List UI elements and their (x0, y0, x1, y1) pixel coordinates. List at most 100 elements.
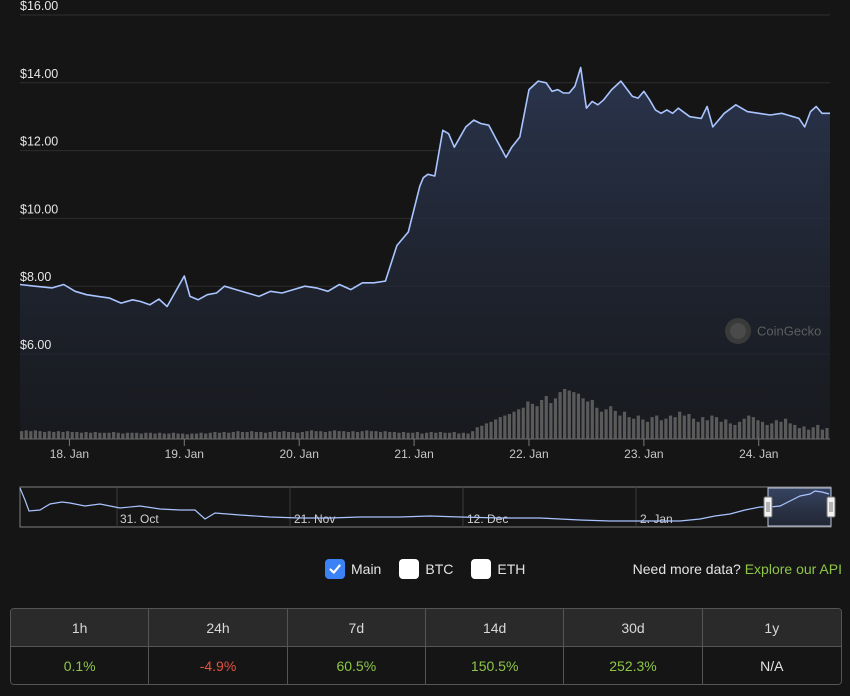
range-navigator[interactable]: 31. Oct 21. Nov 12. Dec 2. Jan (19, 486, 836, 528)
volume-bar (116, 432, 120, 439)
volume-bar (572, 392, 576, 440)
volume-bar (79, 432, 84, 439)
volume-bar (167, 433, 171, 439)
api-prompt: Need more data? (632, 561, 741, 577)
volume-bar (93, 431, 97, 439)
volume-bar (604, 409, 608, 439)
volume-bar (259, 431, 263, 439)
x-tick-label: 19. Jan (165, 447, 204, 461)
volume-bar (378, 431, 383, 439)
volume-bar (254, 431, 258, 439)
perf-header: 14d (425, 609, 565, 647)
volume-bar (737, 421, 742, 439)
perf-header: 30d (564, 609, 703, 647)
volume-bar (724, 419, 728, 439)
navigator-handle-right[interactable] (826, 496, 836, 518)
volume-bar (217, 432, 222, 439)
volume-bar (567, 390, 571, 439)
volume-bar (43, 431, 47, 439)
legend-label: Main (351, 561, 382, 577)
volume-bar (383, 431, 387, 439)
volume-bar (171, 432, 176, 439)
legend-btc[interactable]: BTC (399, 559, 453, 579)
btc-checkbox[interactable] (399, 559, 420, 579)
volume-bar (448, 432, 452, 439)
volume-bar (765, 424, 769, 439)
volume-bar (236, 431, 240, 439)
volume-bar (323, 431, 327, 439)
volume-bar (208, 432, 212, 439)
volume-bar (139, 433, 143, 439)
volume-bar (213, 431, 217, 439)
volume-bar (29, 431, 33, 439)
volume-bar (144, 432, 148, 439)
volume-bar (710, 415, 714, 439)
y-tick-label: $16.00 (20, 0, 58, 13)
volume-bar (728, 423, 732, 440)
volume-bar (719, 421, 723, 439)
volume-bar (825, 428, 829, 439)
volume-bar (153, 433, 157, 439)
volume-bar (227, 432, 231, 439)
volume-bar (687, 414, 691, 439)
volume-bar (185, 434, 189, 439)
x-tick-label: 22. Jan (509, 447, 548, 461)
volume-bar (240, 431, 245, 439)
volume-bar (632, 418, 636, 439)
navigator-selection[interactable] (767, 487, 832, 527)
volume-bar (176, 433, 180, 439)
volume-bar (645, 421, 650, 439)
volume-bar (733, 424, 737, 439)
volume-bar (668, 415, 673, 439)
volume-bar (411, 432, 415, 439)
volume-bar (774, 420, 778, 439)
volume-bar (530, 403, 535, 439)
volume-bar (309, 430, 314, 439)
explore-api-link[interactable]: Explore our API (745, 561, 842, 577)
main-checkbox[interactable] (325, 559, 345, 579)
volume-bar (581, 398, 585, 440)
volume-bar (627, 417, 631, 440)
volume-bar (783, 418, 788, 439)
volume-bar (747, 415, 751, 439)
y-tick-label: $8.00 (20, 270, 51, 284)
volume-bar (148, 432, 153, 439)
navigator-handle-left[interactable] (763, 496, 773, 518)
volume-bar (135, 432, 139, 439)
volume-bar (346, 431, 350, 439)
x-tick-label: 20. Jan (280, 447, 319, 461)
volume-bar (563, 389, 567, 439)
volume-bar (512, 411, 516, 439)
volume-bar (452, 431, 456, 439)
legend-eth[interactable]: ETH (471, 559, 525, 579)
volume-bar (282, 431, 286, 439)
volume-bar (535, 406, 539, 439)
perf-value: 0.1% (11, 647, 150, 684)
performance-table: 1h 24h 7d 14d 30d 1y 0.1% -4.9% 60.5% 15… (10, 608, 842, 685)
volume-bar (369, 431, 373, 439)
perf-header: 24h (149, 609, 288, 647)
volume-bar (38, 431, 42, 439)
watermark-text: CoinGecko (757, 324, 821, 339)
series-legend: Main BTC ETH (325, 558, 543, 580)
price-chart[interactable]: $16.00 $14.00 $12.00 $10.00 $8.00 $6.00 18. J… (0, 0, 850, 545)
legend-main[interactable]: Main (325, 559, 381, 579)
volume-bar (751, 417, 755, 440)
perf-value: 60.5% (287, 647, 426, 684)
eth-checkbox[interactable] (471, 559, 492, 579)
x-tick-label: 21. Jan (394, 447, 433, 461)
volume-bar (503, 415, 507, 439)
volume-bar (125, 432, 130, 439)
volume-bar (273, 431, 277, 439)
y-tick-label: $10.00 (20, 202, 58, 216)
volume-bar (429, 431, 433, 439)
volume-bar (438, 431, 443, 439)
volume-bar (494, 419, 498, 439)
volume-bar (434, 432, 438, 439)
volume-bar (47, 431, 51, 439)
volume-bar (351, 431, 355, 439)
volume-bar (544, 396, 548, 439)
volume-bar (263, 432, 268, 439)
volume-bar (788, 423, 792, 440)
volume-bar (696, 421, 700, 439)
